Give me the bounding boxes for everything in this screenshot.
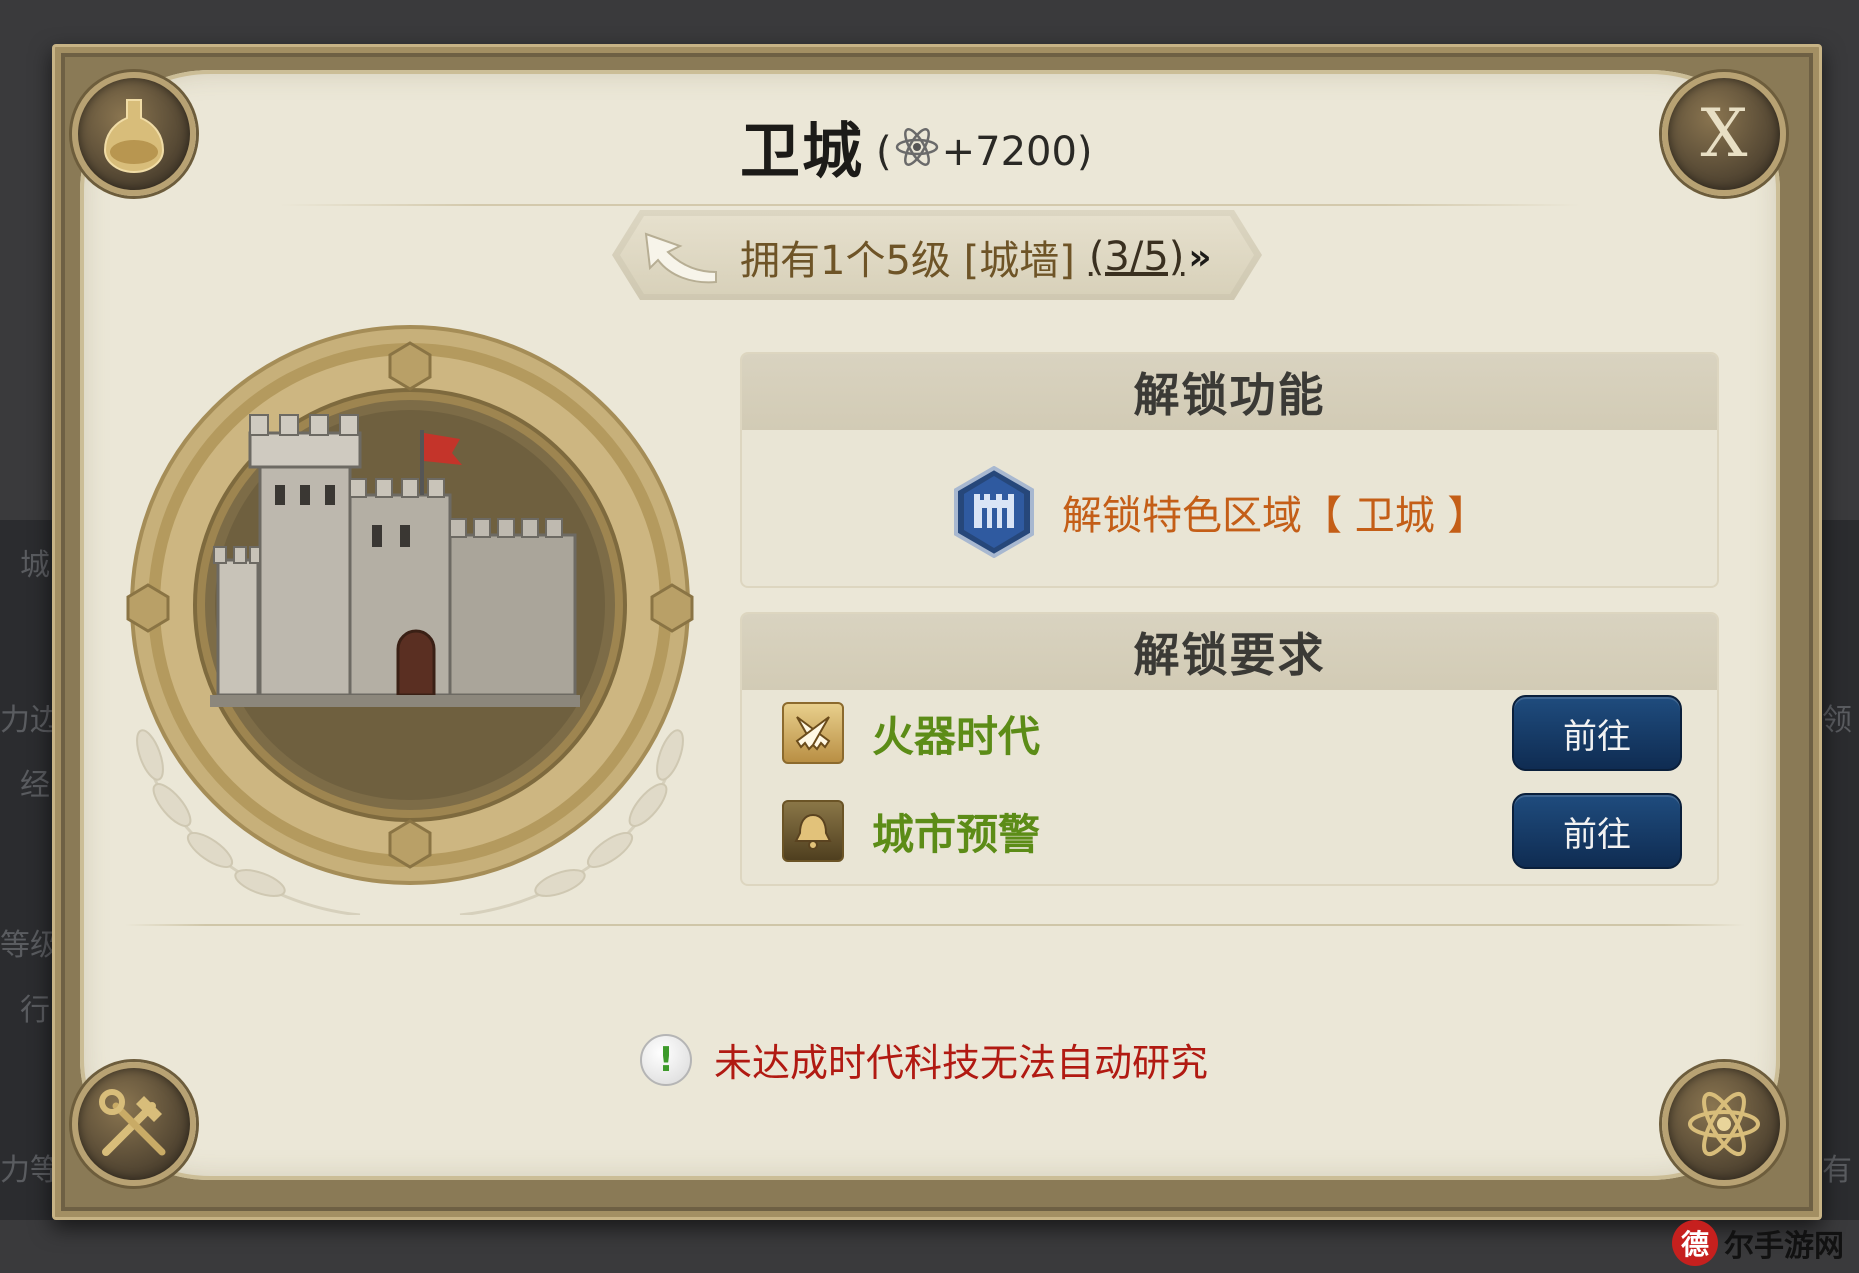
unlock-function-section: 解锁功能 解锁特色区域【 卫城 】 bbox=[740, 352, 1719, 588]
tools-icon bbox=[72, 1062, 196, 1186]
bonus-value: +7200 bbox=[941, 129, 1077, 175]
atom-icon bbox=[1662, 1062, 1786, 1186]
bonus-paren-close: ) bbox=[1076, 129, 1093, 175]
watermark-logo: 德 bbox=[1672, 1220, 1718, 1266]
section-divider bbox=[125, 924, 1745, 926]
castle-district-icon bbox=[954, 466, 1034, 558]
title-divider bbox=[280, 204, 1580, 206]
dialog-title-row: 卫城 ( +7200 ) bbox=[740, 110, 1093, 190]
requirement-label: 城市预警 bbox=[872, 809, 1041, 859]
crossed-pistols-icon bbox=[782, 702, 844, 764]
background-text: 等级 bbox=[0, 928, 60, 963]
background-text: 力边 bbox=[0, 703, 60, 738]
research-atom-icon bbox=[894, 124, 940, 180]
unlock-requirements-section: 解锁要求 火器时代 前往 城市预警 前往 bbox=[740, 612, 1719, 886]
unlock-feature-text: 解锁特色区域【 卫城 】 bbox=[1062, 493, 1488, 539]
go-button[interactable]: 前往 bbox=[1512, 695, 1682, 771]
double-chevron-icon: » bbox=[1188, 236, 1212, 278]
background-text: 领 bbox=[1822, 703, 1852, 738]
go-button[interactable]: 前往 bbox=[1512, 793, 1682, 869]
bell-icon bbox=[782, 800, 844, 862]
close-icon: X bbox=[1700, 95, 1748, 172]
dialog-title: 卫城 bbox=[740, 117, 864, 187]
background-text: 城 bbox=[20, 548, 50, 583]
requirement-text-row: 拥有1个5级 [城墙] (3/5) » bbox=[740, 228, 1212, 286]
requirement-text: 拥有1个5级 [城墙] bbox=[740, 238, 1075, 284]
exclamation-icon: ! bbox=[640, 1033, 692, 1086]
site-watermark: 德 尔手游网 bbox=[1672, 1216, 1852, 1270]
background-text: 经 bbox=[20, 768, 50, 803]
requirement-item: 火器时代 前往 bbox=[782, 695, 1682, 771]
unlock-function-heading: 解锁功能 bbox=[742, 354, 1717, 430]
flask-icon bbox=[72, 72, 196, 196]
unlock-requirements-heading: 解锁要求 bbox=[742, 614, 1717, 690]
warning-text: 未达成时代科技无法自动研究 bbox=[714, 1041, 1209, 1085]
requirement-item: 城市预警 前往 bbox=[782, 793, 1682, 869]
requirement-progress-link[interactable]: (3/5) bbox=[1089, 234, 1185, 280]
background-text: 有 bbox=[1822, 1153, 1852, 1188]
building-medallion bbox=[110, 315, 710, 917]
background-text: 力等 bbox=[0, 1153, 60, 1188]
background-text: 行 bbox=[20, 993, 50, 1028]
research-bonus: ( +7200 ) bbox=[876, 124, 1093, 180]
warning-message: ! 未达成时代科技无法自动研究 bbox=[640, 1032, 1208, 1087]
close-button[interactable]: X bbox=[1662, 72, 1786, 196]
watermark-text: 尔手游网 bbox=[1724, 1229, 1844, 1264]
unlock-feature-row: 解锁特色区域【 卫城 】 bbox=[952, 466, 1487, 558]
requirement-label: 火器时代 bbox=[872, 711, 1041, 761]
bonus-paren-open: ( bbox=[876, 129, 892, 175]
back-arrow-icon[interactable] bbox=[640, 226, 720, 296]
